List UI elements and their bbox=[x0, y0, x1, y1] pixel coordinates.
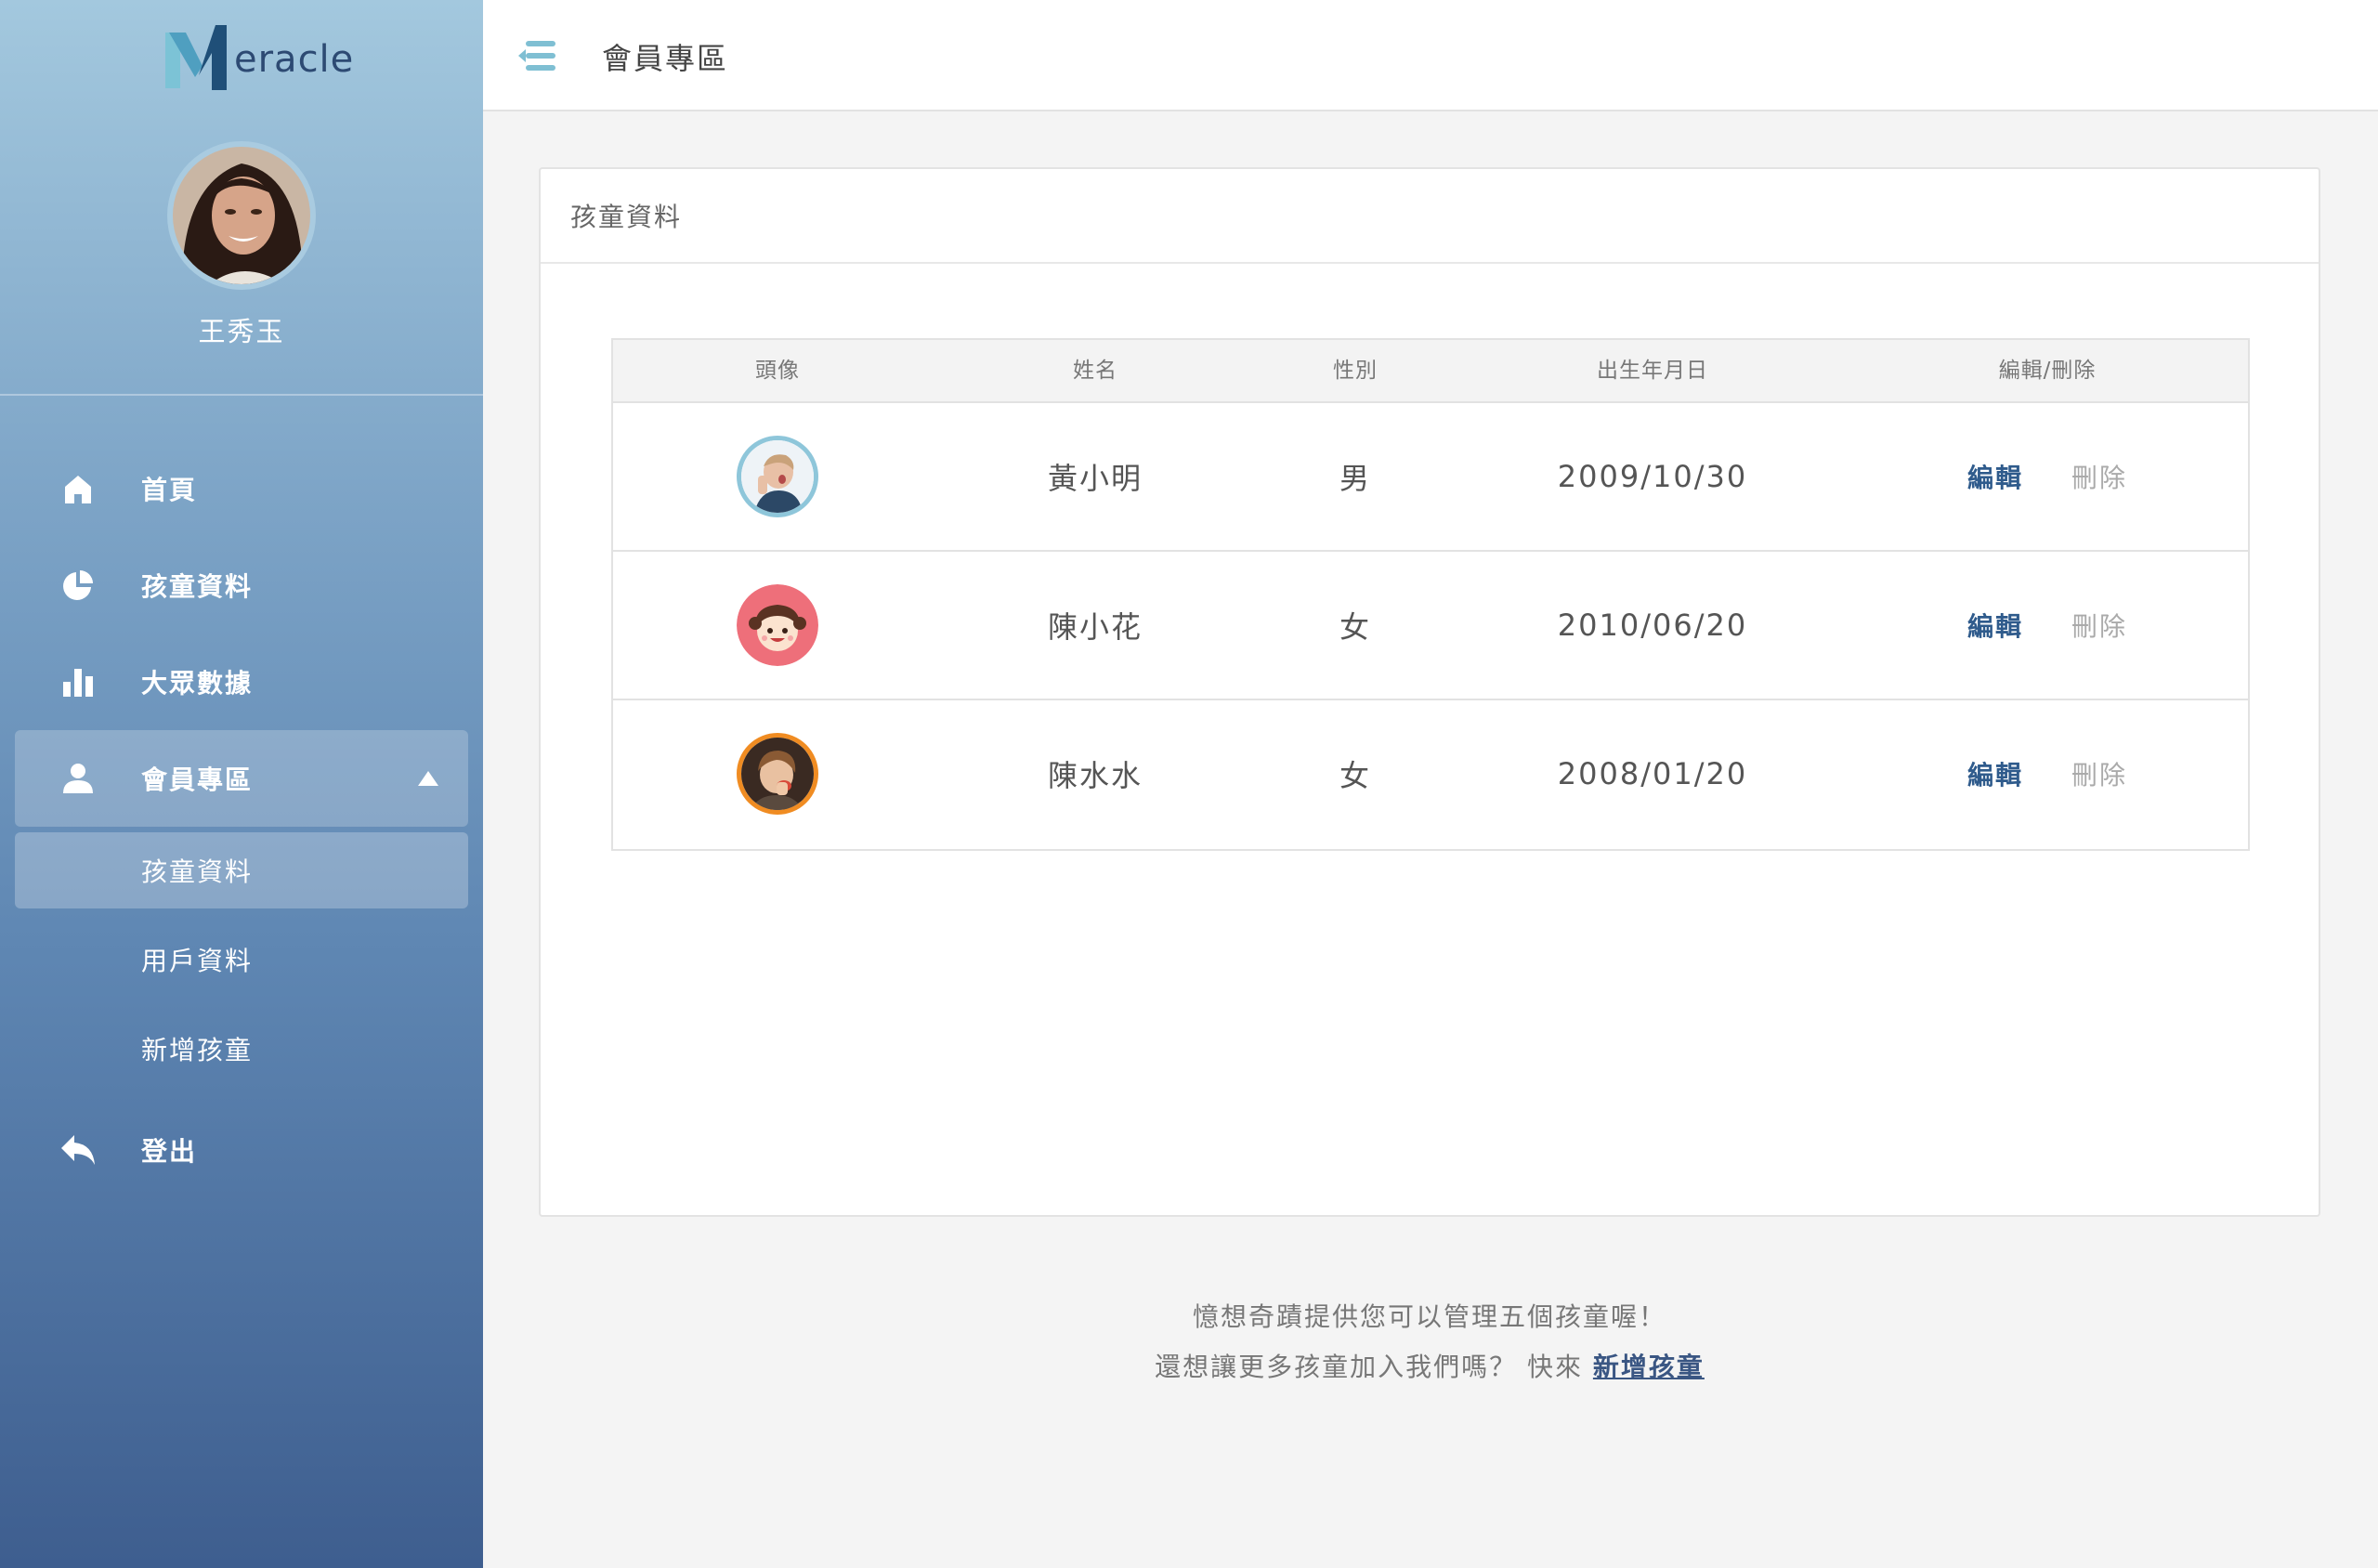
column-header-gender: 性別 bbox=[1333, 359, 1378, 383]
child-gender: 女 bbox=[1339, 758, 1371, 793]
child-birthday: 2008/01/20 bbox=[1557, 756, 1748, 791]
child-birthday: 2010/06/20 bbox=[1557, 608, 1748, 643]
table-row: 陳水水 女 2008/01/20 編輯 刪除 bbox=[613, 700, 2248, 849]
sidebar-subitem-label: 新增孩童 bbox=[141, 1035, 254, 1065]
row-actions: 編輯 刪除 bbox=[1843, 700, 2252, 847]
avatar-cell bbox=[613, 700, 942, 847]
child-avatar[interactable] bbox=[737, 584, 818, 666]
bar-chart-icon bbox=[59, 663, 97, 700]
child-avatar[interactable] bbox=[737, 733, 818, 815]
table-row: 陳小花 女 2010/06/20 編輯 刪除 bbox=[613, 552, 2248, 700]
add-child-link[interactable]: 新增孩童 bbox=[1593, 1352, 1705, 1382]
row-actions: 編輯 刪除 bbox=[1843, 403, 2252, 550]
sidebar-item-label: 登出 bbox=[141, 1136, 198, 1167]
child-birthday: 2009/10/30 bbox=[1557, 459, 1748, 494]
pie-chart-icon bbox=[59, 567, 97, 604]
sidebar: eracle 王秀玉 首頁 孩童資料 大眾數據 會員專區 孩童資料 用戶資料 新… bbox=[0, 0, 483, 1568]
child-avatar[interactable] bbox=[737, 436, 818, 517]
sidebar-item-label: 孩童資料 bbox=[141, 571, 254, 602]
user-name: 王秀玉 bbox=[198, 316, 285, 347]
user-photo bbox=[173, 147, 310, 284]
add-child-prompt-text: 還想讓更多孩童加入我們嗎？ 快來 bbox=[1155, 1352, 1593, 1382]
row-actions: 編輯 刪除 bbox=[1843, 552, 2252, 699]
column-header-avatar: 頭像 bbox=[755, 359, 800, 383]
user-icon bbox=[59, 760, 97, 797]
home-icon bbox=[59, 470, 97, 507]
child-name: 黃小明 bbox=[1047, 461, 1143, 496]
children-card: 孩童資料 頭像 姓名 性別 出生年月日 編輯/刪除 黃小明 男 2009/10/… bbox=[539, 167, 2320, 1217]
sidebar-item-public-data[interactable]: 大眾數據 bbox=[15, 634, 468, 730]
column-header-birthday: 出生年月日 bbox=[1597, 359, 1708, 383]
delete-button[interactable]: 刪除 bbox=[2071, 755, 2127, 792]
chevron-up-icon bbox=[418, 771, 438, 786]
edit-button[interactable]: 編輯 bbox=[1967, 458, 2023, 495]
child-gender: 男 bbox=[1339, 461, 1371, 496]
sidebar-item-label: 會員專區 bbox=[141, 764, 254, 795]
page-title: 會員專區 bbox=[602, 41, 729, 76]
sidebar-item-logout[interactable]: 登出 bbox=[15, 1102, 468, 1198]
limit-note: 憶想奇蹟提供您可以管理五個孩童喔！ bbox=[1192, 1301, 1666, 1332]
avatar-cell bbox=[613, 403, 942, 550]
brand-logo[interactable]: eracle bbox=[162, 19, 354, 95]
edit-button[interactable]: 編輯 bbox=[1967, 607, 2023, 644]
sidebar-subitem-add-child[interactable]: 新增孩童 bbox=[15, 1011, 468, 1087]
sidebar-subitem-account[interactable]: 用戶資料 bbox=[15, 921, 468, 998]
column-header-actions: 編輯/刪除 bbox=[1998, 359, 2097, 383]
user-avatar[interactable] bbox=[167, 141, 316, 290]
logout-arrow-icon bbox=[59, 1131, 97, 1169]
child-gender: 女 bbox=[1339, 609, 1371, 645]
column-header-name: 姓名 bbox=[1073, 359, 1117, 383]
table-header: 頭像 姓名 性別 出生年月日 編輯/刪除 bbox=[613, 340, 2248, 403]
menu-toggle-icon[interactable] bbox=[516, 35, 557, 76]
sidebar-item-children[interactable]: 孩童資料 bbox=[15, 537, 468, 634]
brand-name: eracle bbox=[234, 38, 355, 81]
add-child-prompt: 還想讓更多孩童加入我們嗎？ 快來 新增孩童 bbox=[539, 1347, 2320, 1384]
table-row: 黃小明 男 2009/10/30 編輯 刪除 bbox=[613, 403, 2248, 552]
delete-button[interactable]: 刪除 bbox=[2071, 607, 2127, 644]
avatar-cell bbox=[613, 552, 942, 699]
sidebar-item-home[interactable]: 首頁 bbox=[15, 440, 468, 537]
edit-button[interactable]: 編輯 bbox=[1967, 755, 2023, 792]
sidebar-item-label: 首頁 bbox=[141, 475, 198, 505]
children-table: 頭像 姓名 性別 出生年月日 編輯/刪除 黃小明 男 2009/10/30 編輯… bbox=[611, 338, 2250, 851]
sidebar-item-label: 大眾數據 bbox=[141, 668, 254, 699]
child-name: 陳水水 bbox=[1047, 758, 1143, 793]
sidebar-subitem-label: 用戶資料 bbox=[141, 946, 254, 976]
sidebar-subitem-label: 孩童資料 bbox=[141, 856, 254, 887]
delete-button[interactable]: 刪除 bbox=[2071, 458, 2127, 495]
top-bar: 會員專區 bbox=[483, 0, 2378, 111]
sidebar-subitem-children[interactable]: 孩童資料 bbox=[15, 832, 468, 908]
brand-mark-icon bbox=[165, 25, 227, 90]
sidebar-divider bbox=[0, 394, 483, 396]
child-name: 陳小花 bbox=[1047, 609, 1143, 645]
card-title: 孩童資料 bbox=[541, 169, 2319, 264]
sidebar-item-member[interactable]: 會員專區 bbox=[15, 730, 468, 827]
